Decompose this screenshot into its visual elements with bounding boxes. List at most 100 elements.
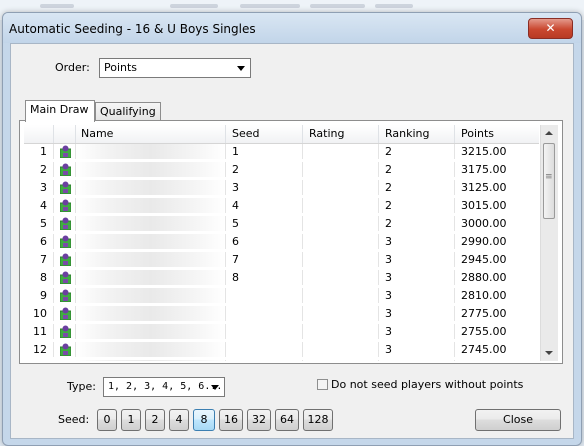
table-row[interactable]: 11 3 2755.00 <box>24 324 539 339</box>
player-name-cell <box>76 234 226 249</box>
scroll-down-icon[interactable] <box>545 351 553 355</box>
seed-8-button[interactable]: 8 <box>193 409 215 431</box>
col-header-seed[interactable]: Seed <box>226 125 303 143</box>
close-window-icon[interactable]: ✕ <box>528 18 573 39</box>
seed-cell <box>226 324 303 339</box>
dialog-title: Automatic Seeding - 16 & U Boys Singles <box>9 22 256 36</box>
player-name-cell <box>76 306 226 321</box>
table-header: Name Seed Rating Ranking Points <box>24 125 539 144</box>
ranking-cell: 3 <box>379 252 455 267</box>
points-cell: 2880.00 <box>461 271 507 284</box>
type-select[interactable]: 1, 2, 3, 4, 5, 6... <box>103 377 225 397</box>
scroll-up-icon[interactable] <box>545 131 553 135</box>
row-number: 10 <box>24 306 54 321</box>
rating-cell <box>303 234 379 249</box>
player-icon-cell <box>54 270 76 285</box>
seed-cell: 3 <box>226 180 303 195</box>
seed-0-button[interactable]: 0 <box>97 409 117 431</box>
dialog-body: Order: Points Main Draw Qualifying Name … <box>10 43 574 439</box>
player-name-cell <box>76 324 226 339</box>
player-icon-cell <box>54 288 76 303</box>
player-icon <box>59 217 72 231</box>
player-name-cell <box>76 162 226 177</box>
ranking-cell: 3 <box>379 342 455 357</box>
table-row[interactable]: 5 5 2 3000.00 <box>24 216 539 231</box>
table-row[interactable]: 8 8 3 2880.00 <box>24 270 539 285</box>
no-seed-checkbox[interactable] <box>317 379 328 390</box>
points-cell: 2755.00 <box>461 325 507 338</box>
seed-cell <box>226 342 303 357</box>
title-bar: Automatic Seeding - 16 & U Boys Singles … <box>3 13 581 43</box>
rating-cell <box>303 288 379 303</box>
player-icon <box>59 163 72 177</box>
player-name-cell <box>76 342 226 357</box>
table-row[interactable]: 3 3 2 3125.00 <box>24 180 539 195</box>
table-row[interactable]: 2 2 2 3175.00 <box>24 162 539 177</box>
col-header-ranking[interactable]: Ranking <box>379 125 455 143</box>
row-number: 7 <box>24 252 54 267</box>
player-icon-cell <box>54 306 76 321</box>
seed-cell: 4 <box>226 198 303 213</box>
points-cell: 3125.00 <box>461 181 507 194</box>
seed-cell: 5 <box>226 216 303 231</box>
table-row[interactable]: 1 1 2 3215.00 <box>24 144 539 159</box>
seed-64-button[interactable]: 64 <box>275 409 299 431</box>
seed-32-button[interactable]: 32 <box>247 409 271 431</box>
tab-qualifying-label: Qualifying <box>100 105 156 118</box>
no-seed-checkbox-label[interactable]: Do not seed players without points <box>331 378 523 391</box>
points-cell: 3175.00 <box>461 163 507 176</box>
rating-cell <box>303 144 379 159</box>
ranking-cell: 3 <box>379 270 455 285</box>
player-icon-cell <box>54 324 76 339</box>
player-name-cell <box>76 252 226 267</box>
ranking-cell: 2 <box>379 216 455 231</box>
seed-128-button[interactable]: 128 <box>303 409 333 431</box>
player-icon <box>59 271 72 285</box>
table-scrollbar[interactable] <box>540 125 558 361</box>
table-row[interactable]: 6 6 3 2990.00 <box>24 234 539 249</box>
player-icon <box>59 145 72 159</box>
tab-main-draw[interactable]: Main Draw <box>25 100 95 122</box>
player-name-cell <box>76 144 226 159</box>
seed-16-button[interactable]: 16 <box>219 409 243 431</box>
rating-cell <box>303 270 379 285</box>
tab-qualifying[interactable]: Qualifying <box>95 102 161 122</box>
table-row[interactable]: 10 3 2775.00 <box>24 306 539 321</box>
automatic-seeding-dialog: Automatic Seeding - 16 & U Boys Singles … <box>2 12 582 446</box>
order-select[interactable]: Points <box>99 58 251 78</box>
player-name-cell <box>76 216 226 231</box>
table-row[interactable]: 7 7 3 2945.00 <box>24 252 539 267</box>
close-button[interactable]: Close <box>475 409 561 431</box>
table-row[interactable]: 12 3 2745.00 <box>24 342 539 357</box>
row-number: 11 <box>24 324 54 339</box>
player-icon <box>59 235 72 249</box>
seed-cell: 7 <box>226 252 303 267</box>
ranking-cell: 3 <box>379 306 455 321</box>
type-label: Type: <box>67 380 96 393</box>
chevron-down-icon <box>237 66 245 71</box>
col-header-name[interactable]: Name <box>76 125 226 143</box>
table-row[interactable]: 9 3 2810.00 <box>24 288 539 303</box>
ranking-cell: 3 <box>379 324 455 339</box>
seed-2-button[interactable]: 2 <box>145 409 165 431</box>
player-name-cell <box>76 180 226 195</box>
seed-1-button[interactable]: 1 <box>121 409 141 431</box>
col-header-rating[interactable]: Rating <box>303 125 379 143</box>
col-header-number[interactable] <box>24 125 54 143</box>
row-number: 12 <box>24 342 54 357</box>
ranking-cell: 2 <box>379 162 455 177</box>
table-row[interactable]: 4 4 2 3015.00 <box>24 198 539 213</box>
rating-cell <box>303 162 379 177</box>
player-icon <box>59 181 72 195</box>
table-row-partial <box>24 360 539 361</box>
points-cell: 3015.00 <box>461 199 507 212</box>
tab-main-draw-label: Main Draw <box>30 103 89 116</box>
col-header-points[interactable]: Points <box>455 125 539 143</box>
seed-4-button[interactable]: 4 <box>169 409 189 431</box>
seed-cell: 1 <box>226 144 303 159</box>
points-cell: 2745.00 <box>461 343 507 356</box>
ranking-cell: 3 <box>379 288 455 303</box>
player-icon-cell <box>54 234 76 249</box>
scrollbar-thumb[interactable] <box>543 143 555 219</box>
col-header-icon[interactable] <box>54 125 76 143</box>
